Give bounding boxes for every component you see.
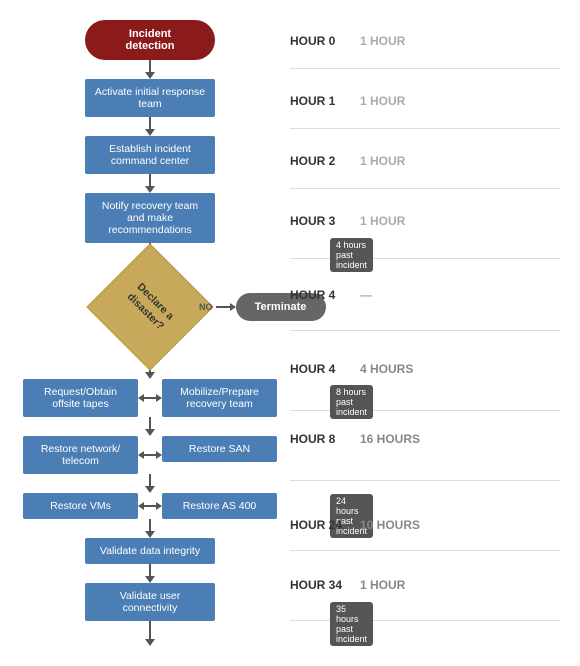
arrow-6	[145, 474, 155, 493]
flow-item-validate-user: Validate user connectivity	[20, 583, 280, 621]
arrow-9	[145, 621, 155, 646]
divider-3	[290, 188, 560, 189]
divider-5	[290, 330, 560, 331]
col-left-1: Request/Obtain offsite tapes	[23, 379, 138, 417]
divider-7	[290, 480, 560, 481]
restore-vms-node: Restore VMs	[23, 493, 138, 519]
hour-row-4a: HOUR 4 —	[290, 288, 372, 302]
parallel-row-2: Restore network/ telecom Restore SAN	[20, 436, 280, 474]
hours-panel: HOUR 0 1 HOUR HOUR 1 1 HOUR HOUR 2 1 HOU…	[290, 10, 580, 656]
restore-net-node: Restore network/ telecom	[23, 436, 138, 474]
parallel-row-3: Restore VMs Restore AS 400	[20, 493, 280, 519]
h-connector-2	[138, 436, 162, 474]
hour-row-34: HOUR 34 1 HOUR	[290, 578, 405, 592]
hour-row-0: HOUR 0 1 HOUR	[290, 34, 405, 48]
col-right-3: Restore AS 400	[162, 493, 277, 519]
h-connector-1	[138, 379, 162, 417]
diamond-node: Declare a disaster?	[86, 243, 213, 370]
hour-4a-value: —	[360, 288, 372, 302]
no-label: NO	[199, 302, 213, 312]
hour-2-value: 1 HOUR	[360, 154, 405, 168]
no-hline	[216, 306, 230, 308]
hour-row-4b: HOUR 4 4 HOURS	[290, 362, 413, 376]
hline-2	[144, 454, 156, 456]
hour-row-1: HOUR 1 1 HOUR	[290, 94, 405, 108]
divider-8	[290, 550, 560, 551]
divider-2	[290, 128, 560, 129]
hour-4a-label: HOUR 4	[290, 288, 350, 302]
activate-node: Activate initial response team	[85, 79, 215, 117]
parallel-row-1: Request/Obtain offsite tapes Mobilize/Pr…	[20, 379, 280, 417]
col-left-2: Restore network/ telecom	[23, 436, 138, 474]
hour-8-label: HOUR 8	[290, 432, 350, 446]
establish-node: Establish incident command center	[85, 136, 215, 174]
validate-data-node: Validate data integrity	[85, 538, 215, 564]
col-right-2: Restore SAN	[162, 436, 277, 474]
request-node: Request/Obtain offsite tapes	[23, 379, 138, 417]
arrow-2	[145, 117, 155, 136]
hour-4b-label: HOUR 4	[290, 362, 350, 376]
no-arrow	[230, 303, 236, 311]
validate-user-node: Validate user connectivity	[85, 583, 215, 621]
col-left-3: Restore VMs	[23, 493, 138, 519]
hour-24-label: HOUR 24	[290, 518, 350, 532]
hour-3-value: 1 HOUR	[360, 214, 405, 228]
flow-item-establish: Establish incident command center	[20, 136, 280, 174]
hour-4b-value: 4 HOURS	[360, 362, 413, 376]
badge-8hrs-text: 8 hours past incident	[330, 385, 373, 419]
badge-35hrs-text: 35 hours past incident	[330, 602, 373, 646]
diamond-row: Declare a disaster? NO Terminate	[20, 262, 280, 352]
restore-as400-node: Restore AS 400	[162, 493, 277, 519]
badge-4hrs-text: 4 hours past incident	[330, 238, 373, 272]
hour-row-3: HOUR 3 1 HOUR	[290, 214, 405, 228]
incident-node: Incident detection	[85, 20, 215, 60]
hour-0-value: 1 HOUR	[360, 34, 405, 48]
flow-item-incident: Incident detection	[20, 20, 280, 60]
h-connector-3	[138, 493, 162, 519]
hour-2-label: HOUR 2	[290, 154, 350, 168]
diamond-section: Declare a disaster?	[105, 262, 195, 352]
arrow-5	[145, 417, 155, 436]
flow-side: Incident detection Activate initial resp…	[0, 10, 290, 656]
hour-1-label: HOUR 1	[290, 94, 350, 108]
arrow-7	[145, 519, 155, 538]
divider-1	[290, 68, 560, 69]
restore-san-node: Restore SAN	[162, 436, 277, 462]
arrow-8	[145, 564, 155, 583]
diamond-label: Declare a disaster?	[114, 271, 186, 343]
hour-3-label: HOUR 3	[290, 214, 350, 228]
flowchart-container: Incident detection Activate initial resp…	[0, 0, 580, 666]
flow-item-validate-data: Validate data integrity	[20, 538, 280, 564]
flow-item-notify: Notify recovery team and make recommenda…	[20, 193, 280, 243]
col-right-1: Mobilize/Prepare recovery team	[162, 379, 277, 417]
hour-34-label: HOUR 34	[290, 578, 350, 592]
hline-3	[144, 505, 156, 507]
hour-row-24: HOUR 24 10 HOURS	[290, 518, 420, 532]
hour-row-8: HOUR 8 16 HOURS	[290, 432, 420, 446]
notify-node: Notify recovery team and make recommenda…	[85, 193, 215, 243]
hour-8-value: 16 HOURS	[360, 432, 420, 446]
yes-arrow	[145, 372, 155, 379]
mobilize-node: Mobilize/Prepare recovery team	[162, 379, 277, 417]
hline-1	[144, 397, 156, 399]
arrow-1	[145, 60, 155, 79]
hour-1-value: 1 HOUR	[360, 94, 405, 108]
hour-row-2: HOUR 2 1 HOUR	[290, 154, 405, 168]
hour-34-value: 1 HOUR	[360, 578, 405, 592]
hour-24-value: 10 HOURS	[360, 518, 420, 532]
arrow-3	[145, 174, 155, 193]
hour-0-label: HOUR 0	[290, 34, 350, 48]
flow-item-activate: Activate initial response team	[20, 79, 280, 117]
